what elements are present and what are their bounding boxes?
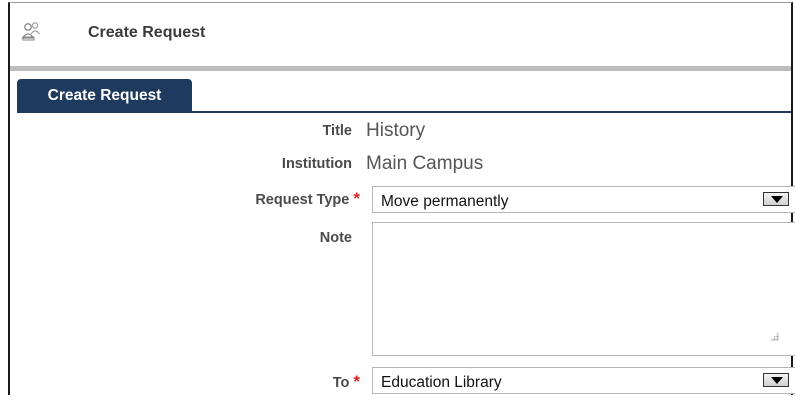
to-label: To * bbox=[333, 372, 360, 392]
tab-underline bbox=[17, 111, 791, 113]
to-label-text: To bbox=[332, 375, 350, 391]
title-label: Title bbox=[322, 123, 352, 139]
institution-value: Main Campus bbox=[366, 153, 484, 174]
request-type-select[interactable]: Move permanently bbox=[372, 186, 795, 213]
request-type-label: Request Type * bbox=[255, 189, 360, 209]
to-selected-value: Education Library bbox=[381, 374, 502, 391]
note-textarea[interactable] bbox=[372, 222, 795, 356]
page-title: Create Request bbox=[88, 24, 206, 41]
page-header: Create Request bbox=[10, 3, 791, 61]
resize-handle-icon[interactable] bbox=[770, 332, 779, 341]
request-type-label-text: Request Type bbox=[255, 192, 350, 208]
to-select[interactable]: Education Library bbox=[372, 367, 795, 394]
request-type-selected-value: Move permanently bbox=[381, 193, 509, 210]
tab-create-request[interactable]: Create Request bbox=[17, 79, 192, 113]
required-marker: * bbox=[353, 189, 360, 208]
note-label: Note bbox=[319, 230, 352, 246]
institution-label: Institution bbox=[281, 156, 352, 172]
required-marker: * bbox=[353, 372, 360, 391]
chevron-down-icon[interactable] bbox=[763, 373, 789, 387]
header-divider bbox=[10, 66, 791, 71]
create-request-panel: Create Request Create Request Title Hist… bbox=[8, 2, 795, 395]
users-icon bbox=[20, 21, 42, 43]
title-value: History bbox=[366, 120, 426, 141]
chevron-down-icon[interactable] bbox=[763, 192, 789, 206]
